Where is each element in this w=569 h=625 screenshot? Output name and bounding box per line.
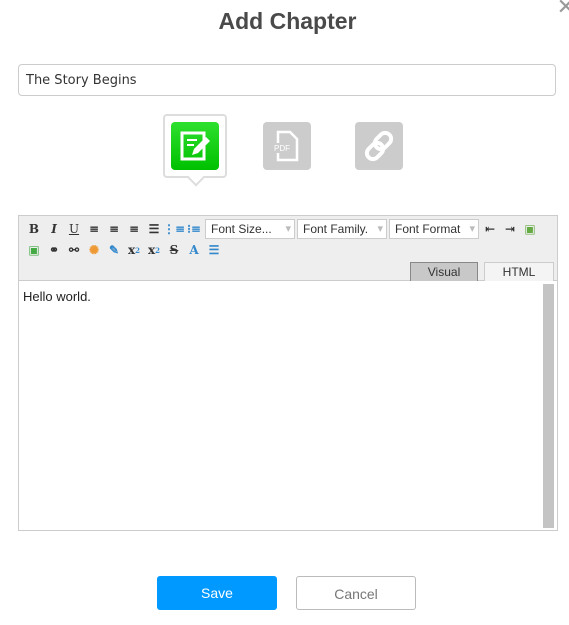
- rich-text-editor: B I U ≡ ≡ ≡ ☰ ⋮≡ ⁝≡ Font Size... Font Fa…: [18, 215, 558, 531]
- close-icon[interactable]: ✕: [557, 0, 569, 20]
- tab-html[interactable]: HTML: [484, 262, 554, 281]
- scrollbar[interactable]: [543, 284, 554, 528]
- link-icon: [364, 130, 394, 162]
- pdf-icon: PDF: [273, 130, 299, 162]
- pdf-label: PDF: [274, 144, 290, 153]
- edit-source-icon[interactable]: ✎: [104, 240, 124, 260]
- font-family-select[interactable]: Font Family.: [297, 219, 387, 239]
- superscript-icon[interactable]: x2: [144, 240, 164, 260]
- strikethrough-icon[interactable]: S: [164, 240, 184, 260]
- unlink-icon[interactable]: ⚯: [64, 240, 84, 260]
- justify-icon[interactable]: ☰: [144, 219, 164, 239]
- horizontal-rule-icon[interactable]: ☰: [204, 240, 224, 260]
- type-link-button[interactable]: [355, 122, 403, 170]
- indent-icon[interactable]: ⇥: [500, 219, 520, 239]
- outdent-icon[interactable]: ⇤: [480, 219, 500, 239]
- subscript-icon[interactable]: x2: [124, 240, 144, 260]
- editor-toolbar: B I U ≡ ≡ ≡ ☰ ⋮≡ ⁝≡ Font Size... Font Fa…: [19, 216, 557, 281]
- ordered-list-icon[interactable]: ⋮≡: [163, 219, 185, 239]
- cancel-button[interactable]: Cancel: [296, 576, 416, 610]
- align-right-icon[interactable]: ≡: [124, 219, 144, 239]
- font-size-select[interactable]: Font Size...: [205, 219, 295, 239]
- edit-image-icon[interactable]: ▣: [520, 219, 540, 239]
- tab-visual[interactable]: Visual: [410, 262, 478, 281]
- save-button[interactable]: Save: [157, 576, 277, 610]
- insert-link-icon[interactable]: ⚭: [44, 240, 64, 260]
- unordered-list-icon[interactable]: ⁝≡: [184, 219, 204, 239]
- align-center-icon[interactable]: ≡: [104, 219, 124, 239]
- bold-icon[interactable]: B: [24, 219, 44, 239]
- chapter-name-input[interactable]: [18, 64, 556, 96]
- type-text-button[interactable]: [171, 122, 219, 170]
- italic-icon[interactable]: I: [44, 219, 64, 239]
- underline-icon[interactable]: U: [64, 219, 84, 239]
- insert-image-icon[interactable]: ▣: [24, 240, 44, 260]
- dialog-title: Add Chapter: [218, 8, 357, 34]
- font-format-select[interactable]: Font Format: [389, 219, 479, 239]
- align-left-icon[interactable]: ≡: [84, 219, 104, 239]
- editor-content[interactable]: Hello world.: [19, 281, 557, 312]
- edit-document-icon: [180, 131, 210, 161]
- type-pdf-button[interactable]: PDF: [263, 122, 311, 170]
- remove-format-icon[interactable]: A: [184, 240, 204, 260]
- color-palette-icon[interactable]: ✺: [84, 240, 104, 260]
